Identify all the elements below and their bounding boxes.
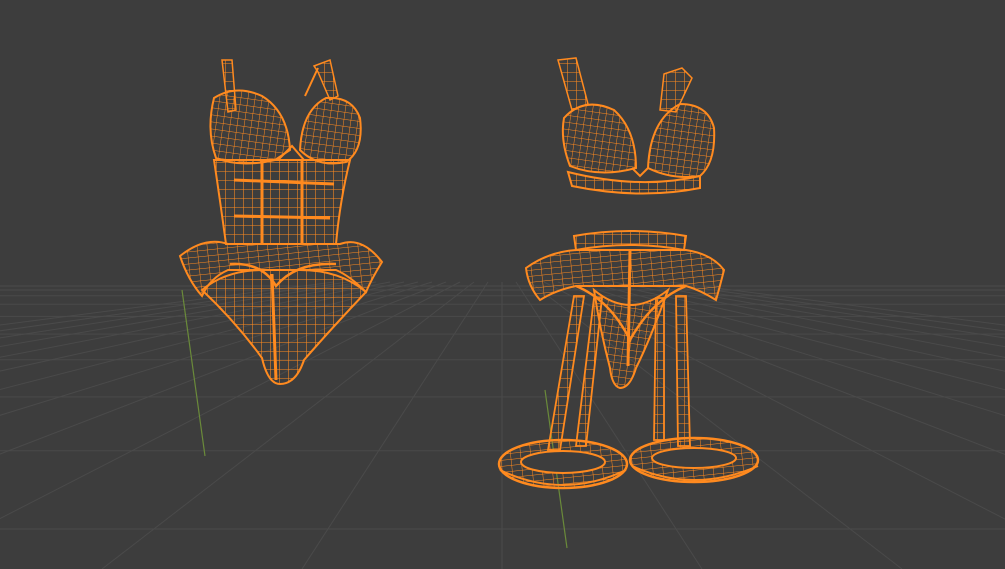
bra-left-strap: [557, 57, 589, 111]
garter-right-suspender: [675, 295, 691, 447]
grid-line: [0, 281, 433, 416]
y-axis-line: [181, 289, 206, 457]
viewport-canvas[interactable]: [0, 0, 1005, 569]
bra-right-cup: [646, 102, 716, 178]
garter-right-suspender-b: [653, 297, 665, 441]
garter-waistband: [572, 230, 688, 252]
grid-line: [613, 281, 1005, 358]
3d-viewport[interactable]: [0, 0, 1005, 569]
grid-line: [655, 281, 1005, 332]
grid-line: [0, 281, 461, 520]
bodysuit-right-cup: [298, 96, 362, 165]
garter-right-ring: [628, 436, 760, 484]
garter-left-ring: [497, 438, 629, 490]
bodysuit-left-cup: [209, 89, 292, 165]
bra-left-cup: [561, 103, 638, 174]
bodysuit-torso: [212, 159, 352, 245]
grid-line: [0, 281, 405, 372]
floor-grid: [0, 281, 1005, 569]
bra-mesh[interactable]: [557, 57, 716, 195]
bodysuit-right-strap: [312, 58, 339, 102]
grid-line: [0, 281, 447, 455]
